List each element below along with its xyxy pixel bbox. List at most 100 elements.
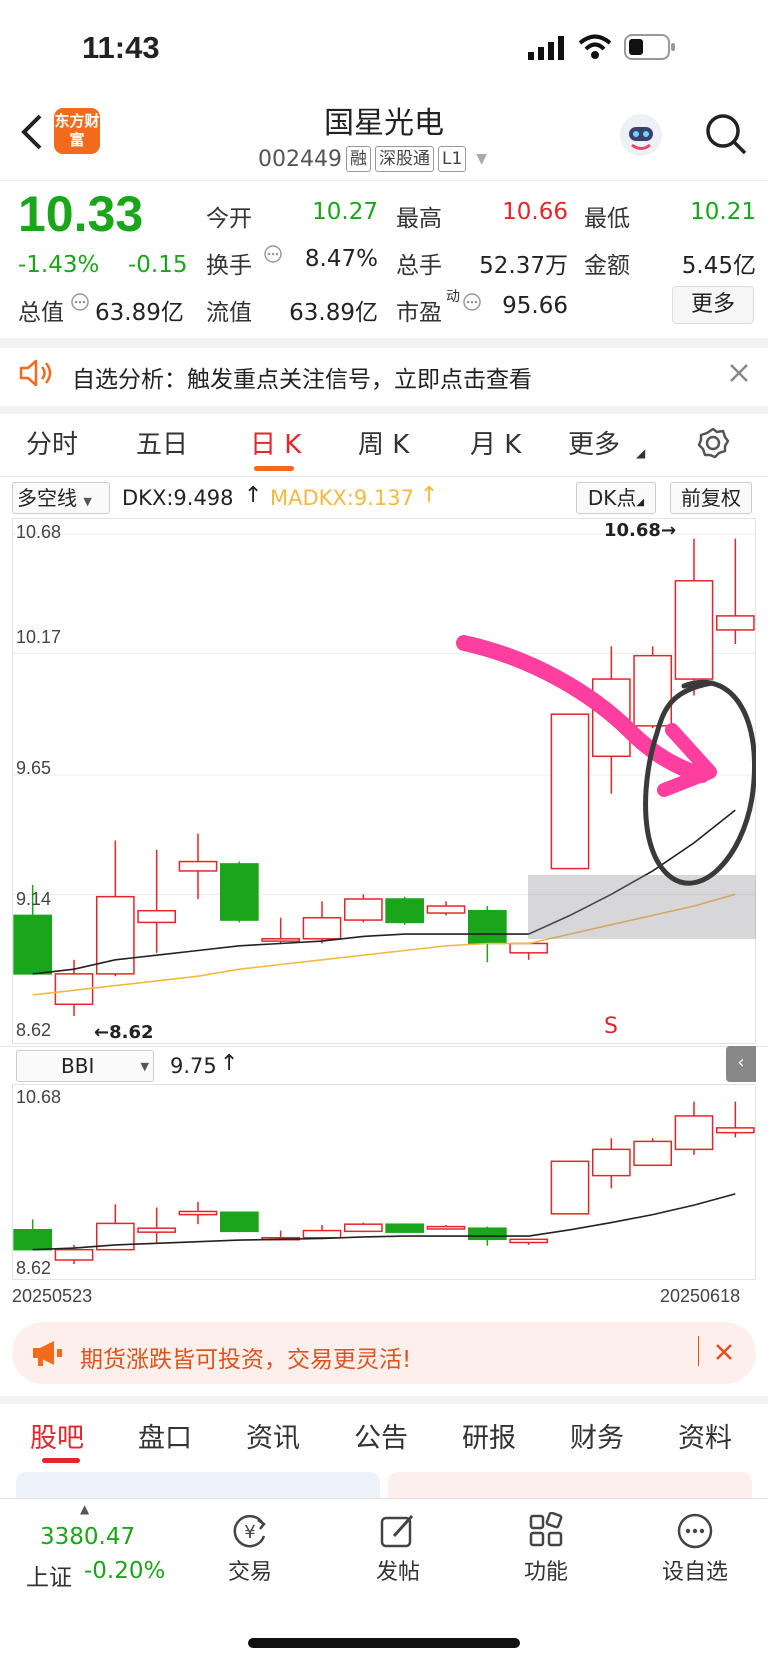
home-indicator [248,1638,520,1648]
grid-icon [506,1511,586,1554]
collapse-panel-button[interactable]: ‹ [726,1046,756,1082]
index-value[interactable]: 3380.47 [40,1524,135,1550]
status-time: 11:43 [82,30,160,65]
open-value: 10.27 [312,199,378,225]
volume-label: 总手 [396,253,442,279]
stock-code: 002449 [258,146,342,172]
sell-signal: S [604,1014,618,1039]
nav-functions[interactable]: 功能 [506,1511,586,1586]
candle-body [178,860,218,872]
candle-body [591,1148,631,1177]
sub-y-top: 10.68 [16,1087,62,1107]
candle-body [715,615,755,631]
caret-icon: ◢ [636,446,646,460]
tab-monthly-k[interactable]: 月 K [470,424,521,461]
change-amount: -0.15 [128,252,188,278]
index-change: -0.20% [84,1558,166,1584]
info-icon[interactable] [263,244,283,268]
tab-daily-k[interactable]: 日 K [250,424,301,461]
amount-value: 5.45亿 [681,253,756,279]
nav-add-watchlist[interactable]: 设自选 [650,1512,740,1586]
sub-indicator-select[interactable]: BBI ▼ [16,1050,154,1082]
candle-body [219,1211,259,1233]
nav-add-watchlist-label: 设自选 [661,1560,728,1585]
y-tick-2: 10.17 [16,627,62,647]
dk-point-button[interactable]: DK点◢ [576,482,656,514]
adjust-button[interactable]: 前复权 [670,482,752,514]
more-button[interactable]: 更多 [672,286,754,324]
candle-body [219,863,259,921]
tab-intraday[interactable]: 分时 [26,424,78,461]
settings-gear-icon[interactable] [696,426,730,464]
candlestick-chart[interactable] [12,518,756,1044]
sub-indicator-label: BBI [61,1054,95,1078]
svg-text:¥: ¥ [244,1522,255,1543]
candle-body [550,713,590,870]
promo-text[interactable]: 期货涨跌皆可投资，交易更灵活! [80,1340,411,1374]
speaker-icon [18,358,54,392]
high-label: 最高 [396,206,442,232]
sub-y-bottom: 8.62 [16,1258,52,1278]
candle-body [178,1210,218,1216]
candle-body [467,1227,507,1241]
tab-news[interactable]: 资讯 [246,1416,300,1455]
x-end-date: 20250618 [660,1286,741,1306]
tab-weekly-k[interactable]: 周 K [358,424,409,461]
nav-post[interactable]: 发帖 [358,1512,438,1586]
amount-label: 金额 [584,253,630,279]
candle-body [385,1223,425,1233]
candle-body [385,898,425,924]
close-icon[interactable] [728,362,750,388]
turnover-label: 换手 [206,253,252,279]
open-label: 今开 [206,206,252,232]
tab-research[interactable]: 研报 [462,1416,516,1455]
tag-margin: 融 [345,146,371,172]
float-value-label: 流值 [206,300,252,326]
tab-finance[interactable]: 财务 [570,1416,624,1455]
active-tab-indicator [254,466,294,471]
candle-body [715,1127,755,1134]
robot-avatar-icon[interactable] [618,112,664,162]
candle-body [633,1140,673,1167]
tab-more[interactable]: 更多 [568,424,620,461]
candle-body [302,1229,342,1239]
nav-trade-label: 交易 [227,1560,272,1585]
madkx-up-arrow-icon: ↑ [420,483,439,508]
tab-pankou[interactable]: 盘口 [138,1416,192,1455]
bbi-chart[interactable] [12,1084,756,1280]
chevron-down-icon: ▼ [476,151,488,167]
tab-announcement[interactable]: 公告 [354,1416,408,1455]
nav-post-label: 发帖 [375,1560,420,1585]
stock-code-row[interactable]: 002449 融 深股通 L1 ▼ [258,146,487,172]
search-icon[interactable] [704,112,748,160]
nav-trade[interactable]: ¥ 交易 [210,1512,290,1586]
x-start-date: 20250523 [12,1286,93,1306]
pe-label: 市盈 [396,300,442,326]
info-icon[interactable] [462,292,482,316]
madkx-value: MADKX:9.137 [270,486,415,510]
candle-body [509,942,549,954]
low-value: 10.21 [690,199,756,225]
candle-body [674,1115,714,1151]
tab-five-day[interactable]: 五日 [136,424,188,461]
bottom-tab-indicator [42,1458,80,1463]
candle-body [426,905,466,914]
y-tick-bottom: 8.62 [16,1020,52,1040]
info-icon[interactable] [70,292,90,316]
tab-profile[interactable]: 资料 [678,1416,732,1455]
candle-body [261,938,301,942]
candle-body [343,1223,383,1233]
nav-functions-label: 功能 [523,1560,568,1585]
tab-guba[interactable]: 股吧 [30,1416,84,1455]
candle-body [550,1160,590,1215]
indicator-select[interactable]: 多空线 ▼ [12,482,110,514]
candle-body [302,916,342,940]
notice-text[interactable]: 自选分析：触发重点关注信号，立即点击查看 [72,360,532,394]
candle-body [509,1238,549,1244]
candle-body [13,914,53,975]
tag-connect: 深股通 [374,146,434,172]
candle-body [467,909,507,945]
promo-close-icon[interactable] [714,1342,734,1366]
total-value-label: 总值 [18,300,64,326]
candle-body [674,580,714,680]
